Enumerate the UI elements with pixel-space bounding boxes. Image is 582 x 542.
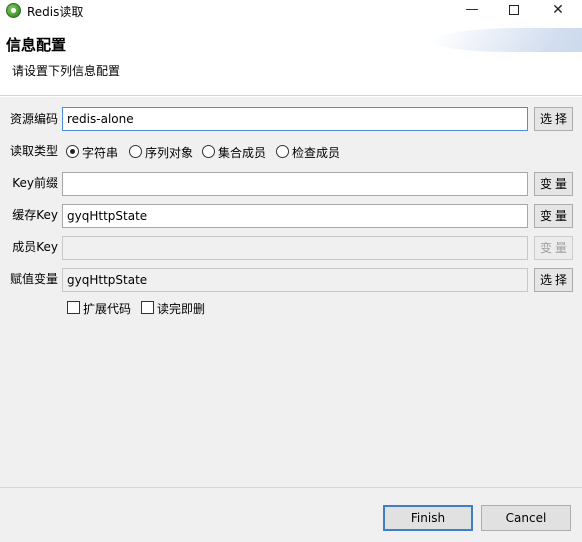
maximize-icon [509,5,519,15]
title-bar: Redis读取 — ✕ [0,0,582,22]
finish-button[interactable]: Finish [383,505,473,531]
maximize-button[interactable] [494,0,534,22]
dialog-footer: Finish Cancel [0,487,582,542]
key-prefix-variable-button[interactable]: 变量 [534,172,573,196]
resource-code-input[interactable]: redis-alone [62,107,528,131]
close-button[interactable]: ✕ [538,0,578,22]
radio-serialized-object-label: 序列对象 [145,146,194,160]
wizard-header: 信息配置 请设置下列信息配置 [0,22,582,96]
checkbox-unchecked-icon [141,301,154,314]
header-decoration [426,28,582,52]
member-key-label: 成员Key [12,240,58,254]
radio-set-member-label: 集合成员 [218,146,267,160]
window-title: Redis读取 [27,5,84,19]
minimize-icon: — [465,2,479,17]
radio-unchecked-icon [129,145,142,158]
member-key-variable-button: 变量 [534,236,573,260]
radio-unchecked-icon [276,145,289,158]
radio-unchecked-icon [202,145,215,158]
member-key-input [62,236,528,260]
assign-variable-input[interactable]: gyqHttpState [62,268,528,292]
key-prefix-label: Key前缀 [12,176,58,190]
cache-key-input[interactable]: gyqHttpState [62,204,528,228]
resource-code-label: 资源编码 [9,112,58,126]
redis-app-icon [6,3,21,18]
read-type-label: 读取类型 [9,144,58,158]
delete-after-read-label: 读完即删 [157,302,206,316]
page-title: 信息配置 [6,36,67,54]
assign-variable-select-button[interactable]: 选择 [534,268,573,292]
cache-key-label: 缓存Key [12,208,58,222]
radio-string-label: 字符串 [82,146,119,160]
radio-check-member-label: 检查成员 [292,146,341,160]
resource-code-select-button[interactable]: 选择 [534,107,573,131]
cache-key-variable-button[interactable]: 变量 [534,204,573,228]
minimize-button[interactable]: — [452,0,492,22]
assign-variable-label: 赋值变量 [9,272,58,286]
form-area: 资源编码 redis-alone 选择 读取类型 字符串 序列对象 集合成员 检… [0,97,582,487]
cancel-button[interactable]: Cancel [481,505,571,531]
checkbox-unchecked-icon [67,301,80,314]
extend-code-label: 扩展代码 [83,302,132,316]
close-icon: ✕ [552,2,564,18]
key-prefix-input[interactable] [62,172,528,196]
page-description: 请设置下列信息配置 [12,64,121,78]
radio-checked-icon [66,145,79,158]
